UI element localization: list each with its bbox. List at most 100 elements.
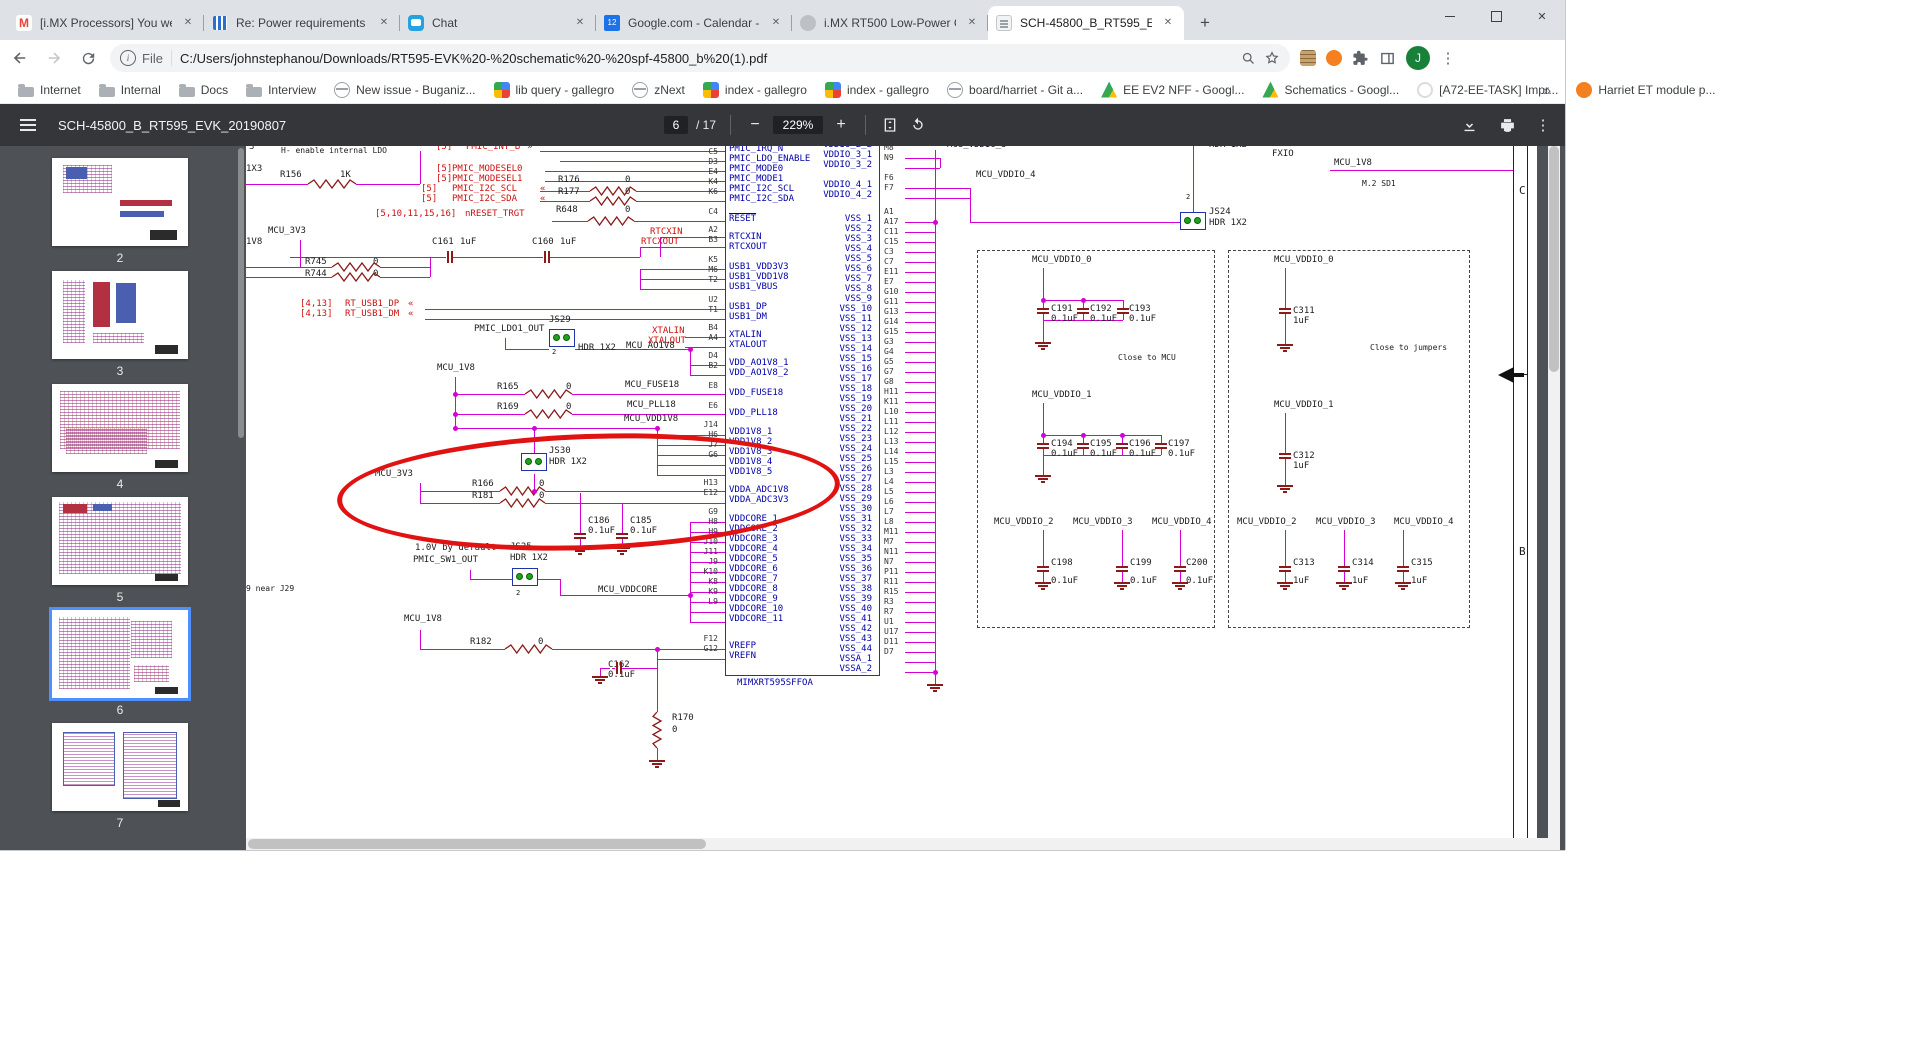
schematic-text: MCU_VDDIO_0 [1032, 255, 1092, 265]
tab-close-button[interactable]: ✕ [180, 15, 196, 31]
tab-inactive[interactable]: Chat ✕ [400, 6, 596, 40]
tab-inactive[interactable]: Re: Power requirements for VDI... ✕ [204, 6, 400, 40]
chip-pin-number: K4 [708, 177, 718, 186]
header-pin-icon [526, 573, 533, 580]
bookmark-item[interactable]: Internal [91, 80, 169, 100]
schematic-text: MCU_1V8 [1334, 158, 1372, 168]
reload-button[interactable] [74, 44, 102, 72]
page-thumbnail[interactable] [52, 158, 188, 246]
chip-pin-number: B2 [708, 361, 718, 370]
vertical-scrollbar-thumb[interactable] [1549, 146, 1559, 372]
page-thumbnail[interactable] [52, 384, 188, 472]
new-tab-button[interactable]: + [1192, 10, 1218, 36]
tab-inactive[interactable]: Google.com - Calendar - Janua... ✕ [596, 6, 792, 40]
bookmark-item[interactable]: lib query - gallegro [486, 79, 623, 101]
zoom-lens-icon[interactable] [1241, 51, 1256, 66]
bookmark-item[interactable]: index - gallegro [817, 79, 937, 101]
rotate-button[interactable] [908, 115, 928, 135]
tab-close-button[interactable]: ✕ [768, 15, 784, 31]
tab-close-button[interactable]: ✕ [964, 15, 980, 31]
circle-icon [1417, 81, 1434, 98]
vertical-scrollbar[interactable] [1548, 146, 1560, 850]
capacitor-plate [1077, 308, 1089, 310]
thumbnail-art [122, 731, 178, 799]
bookmark-item[interactable]: zNext [624, 79, 693, 101]
chip-pin-net: VSS_43 [839, 634, 872, 644]
capacitor-lead [1161, 449, 1162, 455]
schematic-wire [905, 622, 935, 623]
ground-icon [649, 760, 665, 762]
zoom-level-input[interactable]: 229% [773, 116, 824, 134]
address-bar[interactable]: i File C:/Users/johnstephanou/Downloads/… [110, 44, 1290, 72]
schematic-wire [905, 592, 935, 593]
sidebar-scrollbar-thumb[interactable] [238, 148, 244, 438]
extensions-puzzle-icon[interactable] [1352, 50, 1369, 67]
pdf-menu-icon[interactable] [20, 119, 36, 121]
download-button[interactable] [1459, 115, 1479, 135]
ground-icon [1277, 582, 1293, 584]
capacitor-plate [616, 662, 618, 674]
schematic-wire [905, 602, 935, 603]
bookmark-item[interactable]: Schematics - Googl... [1254, 79, 1407, 101]
tab-inactive[interactable]: i.MX RT500 Low-Power Crossov... ✕ [792, 6, 988, 40]
bookmark-item[interactable]: index - gallegro [695, 79, 815, 101]
tab-active[interactable]: SCH-45800_B_RT595_EVK_2019... ✕ [988, 6, 1184, 40]
schematic-wire [640, 269, 641, 289]
pdf-page[interactable]: PMIC_IRQ_ND5PMIC_LDO_ENABLEC5PMIC_MODE0D… [246, 146, 1537, 838]
page-thumbnail[interactable] [49, 607, 191, 701]
horizontal-scrollbar[interactable] [246, 838, 1548, 850]
horizontal-scrollbar-thumb[interactable] [248, 839, 706, 849]
tab-close-button[interactable]: ✕ [572, 15, 588, 31]
maximize-button[interactable] [1473, 0, 1519, 32]
back-button[interactable] [6, 44, 34, 72]
tab-close-button[interactable]: ✕ [1160, 15, 1176, 31]
bookmark-item[interactable]: Interview [238, 80, 324, 100]
ground-icon [1038, 585, 1048, 587]
tab-close-button[interactable]: ✕ [376, 15, 392, 31]
forward-button[interactable] [40, 44, 68, 72]
bookmark-item[interactable]: Internet [10, 80, 89, 100]
chip-pin-number: L13 [884, 437, 899, 446]
page-number-input[interactable]: 6 [664, 116, 688, 134]
page-thumbnail[interactable] [52, 723, 188, 811]
bookmark-star-icon[interactable] [1264, 50, 1280, 66]
chip-pin-number: B4 [708, 323, 718, 332]
fit-page-button[interactable] [880, 115, 900, 135]
side-panel-icon[interactable] [1379, 50, 1396, 67]
schematic-text: MCU_VDDIO_3 [947, 146, 1007, 150]
bookmark-item[interactable]: board/harriet - Git a... [939, 79, 1091, 101]
url-text[interactable]: C:/Users/johnstephanou/Downloads/RT595-E… [180, 51, 1233, 66]
extension-icon-a[interactable] [1300, 50, 1316, 66]
tab-inactive[interactable]: [i.MX Processors] You were men... ✕ [8, 6, 204, 40]
schematic-text: 1uF [1411, 576, 1428, 586]
bookmark-item[interactable]: Harriet ET module p... [1568, 79, 1723, 101]
page-thumbnail[interactable] [52, 497, 188, 585]
bookmarks-overflow-button[interactable]: » [1543, 82, 1551, 98]
ground-icon [1283, 491, 1287, 493]
schematic-text: 0.1uF [1051, 449, 1079, 459]
schematic-wire [657, 659, 725, 660]
junction-dot [1041, 298, 1046, 303]
browser-menu-icon[interactable]: ⋮ [1440, 49, 1456, 67]
zoom-out-button[interactable]: − [745, 116, 765, 134]
extension-icon-b[interactable] [1326, 50, 1342, 66]
zoom-in-button[interactable]: + [831, 116, 851, 134]
pdf-more-options-icon[interactable]: ⋮ [1535, 116, 1551, 134]
schematic-text: RT_USB1_DP [345, 299, 400, 309]
page-thumbnail[interactable] [52, 271, 188, 359]
page-info-icon[interactable]: i [120, 50, 136, 66]
bookmark-item[interactable]: Docs [171, 80, 236, 100]
profile-avatar[interactable]: J [1406, 46, 1430, 70]
chip-pin-number: G4 [884, 347, 894, 356]
capacitor-plate [1155, 443, 1167, 445]
schematic-wire [905, 522, 935, 523]
print-button[interactable] [1497, 115, 1517, 135]
close-button[interactable]: ✕ [1519, 0, 1565, 32]
schematic-text: PMIC_LDO1_OUT [474, 324, 545, 334]
minimize-button[interactable] [1427, 0, 1473, 32]
chip-pin-net: RESET [729, 214, 757, 224]
bookmark-item[interactable]: EE EV2 NFF - Googl... [1093, 79, 1252, 101]
chip-pin-number: K5 [708, 255, 718, 264]
chip-pin-net: VSS_22 [839, 424, 872, 434]
bookmark-item[interactable]: New issue - Buganiz... [326, 79, 483, 101]
